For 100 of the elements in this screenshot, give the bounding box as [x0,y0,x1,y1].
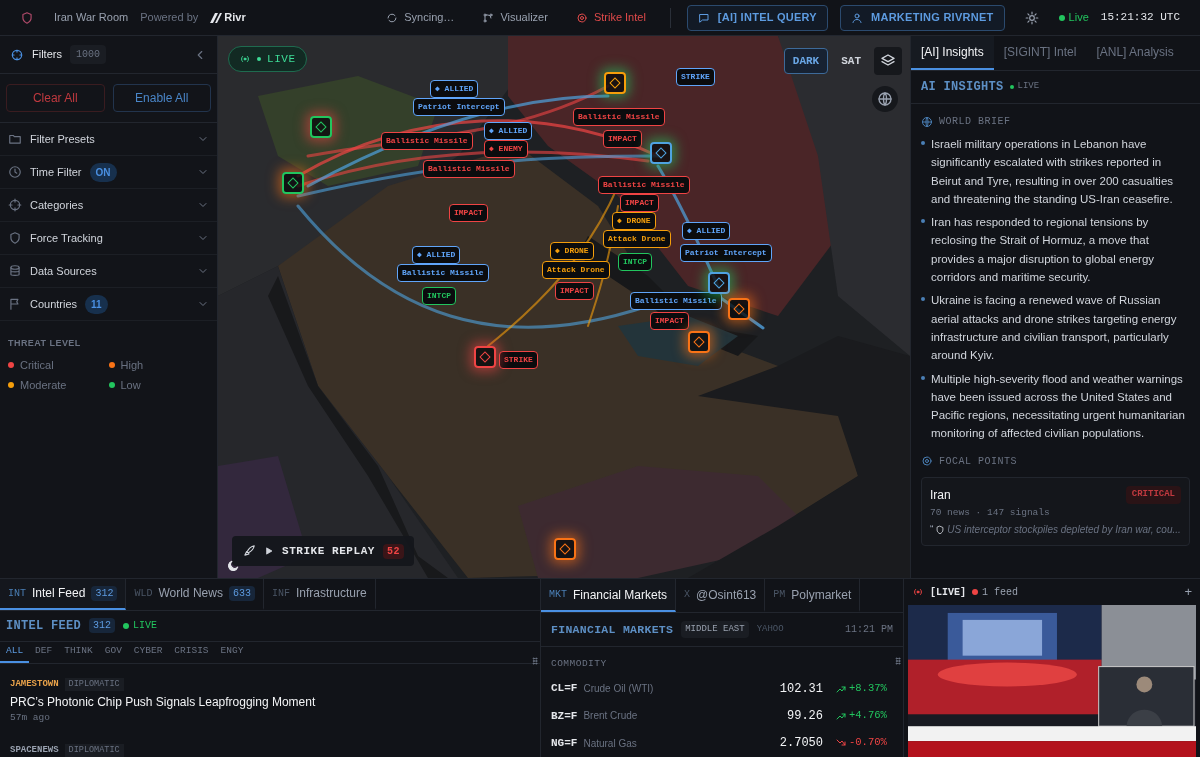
event-label[interactable]: Attack Drone [603,230,671,248]
nav-link[interactable]: Strike Intel [567,9,654,26]
event-label[interactable]: IMPACT [449,204,488,222]
tab-label: World News [158,585,223,603]
strike-marker-icon[interactable] [474,346,496,368]
event-label[interactable]: Ballistic Missile [381,132,473,150]
category-filter[interactable]: ALL [0,641,30,663]
layers-button[interactable] [874,47,902,75]
category-filter[interactable]: CRISIS [168,641,215,663]
event-label[interactable]: ◆ ALLIED [430,80,479,98]
panel-tab[interactable]: INT Intel Feed 312 [0,579,127,610]
severity-badge: CRITICAL [1125,486,1181,504]
clock-text: 15:21:32 UTC [1100,10,1180,26]
flag-icon [8,297,22,311]
target-icon [575,11,588,24]
event-label[interactable]: ◆ ENEMY [484,140,528,158]
count-badge: 312 [89,618,116,634]
strike-marker-icon[interactable] [604,72,626,94]
section-heading: WORLD BRIEF [939,115,1011,129]
nav-link[interactable]: Syncing… [378,9,463,26]
filter-section[interactable]: Data Sources [0,255,217,288]
event-label[interactable]: IMPACT [650,312,689,330]
filter-section[interactable]: Filter Presets [0,123,217,156]
tab-label: @Osint613 [696,586,757,604]
category-filter[interactable]: GOV [98,641,128,663]
filter-section[interactable]: Time Filter ON [0,156,217,189]
section-heading: FOCAL POINTS [939,454,1017,469]
panel-title: AI INSIGHTS [921,79,1004,96]
event-label[interactable]: INTCP [422,287,456,305]
event-label[interactable]: INTCP [618,253,652,271]
event-label[interactable]: Patriot Intercept [680,244,772,262]
count-badge: 52 [382,543,405,559]
live-status: Live [1058,9,1089,26]
event-label[interactable]: ◆ ALLIED [682,222,731,240]
strike-replay-button[interactable]: STRIKE REPLAY 52 [232,536,415,566]
event-label[interactable]: STRIKE [676,68,715,86]
category-filter[interactable]: DEF [29,641,59,663]
nav-link[interactable]: Visualizer [474,9,556,26]
panel-tab[interactable]: MKT Financial Markets [541,579,677,613]
add-feed-button[interactable]: + [1184,582,1192,602]
headline-link[interactable]: PRC’s Photonic Chip Push Signals Leapfrogging Moment [10,693,530,712]
clear-all-button[interactable]: Clear All [6,84,105,112]
category-filter[interactable]: CYBER [127,641,169,663]
event-label[interactable]: STRIKE [499,351,538,369]
price-change: +4.76% [849,708,887,723]
rocket-icon [242,544,256,558]
event-label[interactable]: Ballistic Missile [598,176,690,194]
event-label[interactable]: ◆ DRONE [612,212,656,230]
panel-tab[interactable]: [ANL] Analysis [1086,36,1184,70]
filter-section[interactable]: Categories [0,189,217,222]
event-label[interactable]: Ballistic Missile [630,292,722,310]
map-style-toggle[interactable]: SAT [832,48,870,74]
tab-label: Financial Markets [573,586,668,604]
drag-handle-icon[interactable] [893,655,903,667]
event-label[interactable]: ◆ ALLIED [412,246,461,264]
panel-tab[interactable]: [SIGINT] Intel [993,36,1087,70]
focal-name: Iran [930,486,951,504]
header-button[interactable]: MARKETING RIVRNET [839,4,1005,31]
panel-tab[interactable]: INF Infrastructure [263,579,376,610]
event-label[interactable]: Ballistic Missile [573,108,665,126]
panel-tab[interactable]: [AI] Insights [911,36,994,70]
moon-icon[interactable] [226,559,240,573]
legend-label: High [120,357,144,373]
filter-section[interactable]: Countries 11 [0,288,217,321]
event-label[interactable]: IMPACT [603,130,642,148]
event-label[interactable]: IMPACT [620,194,659,212]
category-filter[interactable]: THINK [58,641,99,663]
header-button[interactable]: [AI] INTEL QUERY [686,4,828,31]
event-label[interactable]: Patriot Intercept [413,98,505,116]
filter-section[interactable]: Force Tracking [0,222,217,255]
category-tag: DIPLOMATIC [64,743,124,757]
category-filter[interactable]: ENGY [214,641,250,663]
event-label[interactable]: ◆ ALLIED [484,122,533,140]
panel-tab[interactable]: X @Osint613 [676,579,766,613]
event-label[interactable]: Ballistic Missile [423,160,515,178]
strike-marker-icon[interactable] [650,142,672,164]
shield-icon [20,10,34,25]
strike-marker-icon[interactable] [688,331,710,353]
ticker-symbol: CL=F [551,681,578,697]
app-title: Iran War Room [54,10,129,26]
panel-tab[interactable]: WLD World News 633 [126,579,264,610]
panel-tab[interactable]: PM Polymarket [765,579,861,613]
chat-icon [697,11,710,24]
strike-marker-icon[interactable] [282,172,304,194]
event-label[interactable]: ◆ DRONE [550,242,594,260]
enable-all-button[interactable]: Enable All [112,84,211,112]
event-label[interactable]: Attack Drone [542,261,610,279]
event-label[interactable]: IMPACT [555,282,594,300]
section-heading: COMMODITY [551,656,607,671]
sun-icon[interactable] [1024,10,1039,25]
map-style-toggle[interactable]: DARK [783,48,829,74]
strike-marker-icon[interactable] [728,298,750,320]
strike-marker-icon[interactable] [554,538,576,560]
count-badge: 11 [85,294,108,314]
strike-marker-icon[interactable] [708,272,730,294]
drag-handle-icon[interactable] [530,655,540,667]
focal-point-card[interactable]: Iran CRITICAL 70 news · 147 signals “ US interceptor stockpiles depleted by Iran war, cou... [921,476,1190,546]
powered-by-label: Powered by [140,10,199,26]
event-label[interactable]: Ballistic Missile [397,264,489,282]
strike-marker-icon[interactable] [310,116,332,138]
